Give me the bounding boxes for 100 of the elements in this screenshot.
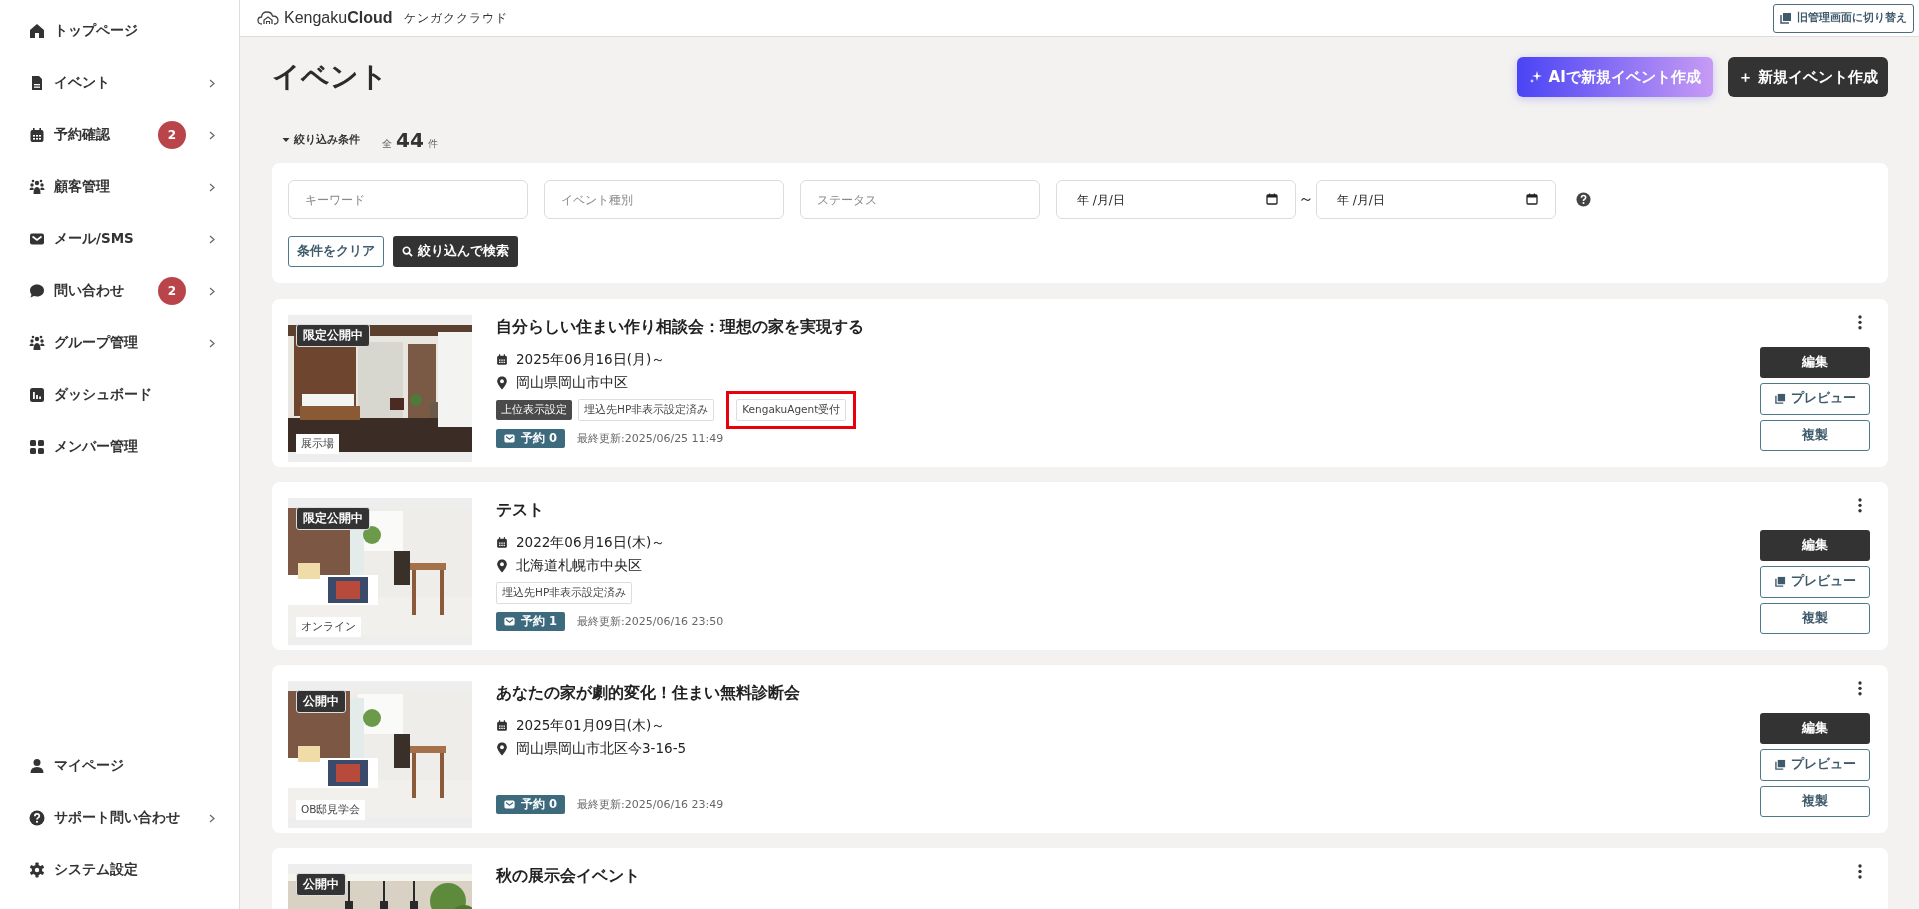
total-count: 44: [396, 128, 424, 152]
switch-admin-button[interactable]: 旧管理画面に切り替え: [1773, 3, 1914, 33]
sidebar-item-label[interactable]: システム設定: [54, 861, 138, 879]
location-pin-icon: [496, 741, 508, 756]
calendar-icon: [29, 127, 45, 143]
home-icon: [29, 23, 45, 39]
location-pin-icon: [496, 375, 508, 390]
status-badge: 限定公開中: [296, 507, 370, 530]
sidebar-item[interactable]: メンバー管理: [0, 425, 239, 469]
sidebar-item[interactable]: 問い合わせ 2: [0, 269, 239, 313]
preview-button[interactable]: プレビュー: [1760, 566, 1870, 598]
search-icon: [402, 246, 413, 257]
event-location: 北海道札幌市中央区: [516, 556, 642, 575]
event-title[interactable]: 自分らしい住まい作り相談会：理想の家を実現する: [496, 317, 1760, 338]
event-title[interactable]: あなたの家が劇的変化！住まい無料診断会: [496, 683, 1760, 704]
cloud-logo-icon: [257, 10, 279, 26]
new-event-button[interactable]: ＋ 新規イベント作成: [1727, 57, 1888, 97]
event-tag: 埋込先HP非表示設定済み: [578, 399, 715, 421]
sidebar-item[interactable]: マイページ: [0, 744, 239, 788]
count-badge: 2: [158, 277, 186, 305]
gear-icon: [29, 862, 45, 878]
filter-field[interactable]: イベント種別: [544, 180, 784, 219]
sidebar-item-label[interactable]: 予約確認: [54, 126, 110, 144]
event-title[interactable]: テスト: [496, 500, 1760, 521]
edit-button[interactable]: 編集: [1760, 712, 1870, 745]
sidebar-item-label[interactable]: 問い合わせ: [54, 282, 124, 300]
people-icon: [29, 335, 45, 351]
copy-icon: [1774, 393, 1786, 405]
copy-icon: [1774, 759, 1786, 771]
event-title[interactable]: 秋の展示会イベント: [496, 866, 1760, 887]
sidebar-item-label[interactable]: サポート問い合わせ: [54, 809, 180, 827]
calendar-icon: [496, 353, 508, 366]
count-badge: 2: [158, 121, 186, 149]
duplicate-button[interactable]: 複製: [1760, 785, 1870, 817]
sidebar-item[interactable]: ダッシュボード: [0, 373, 239, 417]
sparkle-icon: [1528, 70, 1543, 84]
more-options-icon[interactable]: [1858, 681, 1862, 696]
event-location: 岡山県岡山市中区: [516, 373, 628, 392]
copy-icon: [1780, 12, 1792, 24]
sidebar-item[interactable]: イベント: [0, 61, 239, 105]
event-tag: 埋込先HP非表示設定済み: [496, 582, 633, 604]
sidebar-item-label[interactable]: イベント: [54, 74, 110, 92]
calendar-icon: [496, 536, 508, 549]
mail-icon: [504, 434, 515, 443]
more-options-icon[interactable]: [1858, 315, 1862, 330]
filter-field[interactable]: ステータス: [800, 180, 1040, 219]
sidebar-item-label[interactable]: ダッシュボード: [54, 386, 152, 404]
sidebar-item[interactable]: システム設定: [0, 848, 239, 892]
edit-button[interactable]: 編集: [1760, 346, 1870, 379]
caret-icon: [282, 137, 290, 143]
preview-button[interactable]: プレビュー: [1760, 749, 1870, 781]
event-location: 岡山県岡山市北区今3-16-5: [516, 739, 687, 758]
sidebar-item[interactable]: グループ管理: [0, 321, 239, 365]
duplicate-button[interactable]: 複製: [1760, 419, 1870, 451]
clear-filter-button[interactable]: 条件をクリア: [288, 236, 384, 267]
filter-field[interactable]: キーワード: [288, 180, 528, 219]
calendar-icon[interactable]: [1266, 193, 1278, 205]
sidebar-item[interactable]: メール/SMS: [0, 217, 239, 261]
sidebar-item[interactable]: 顧客管理: [0, 165, 239, 209]
edit-button[interactable]: 編集: [1760, 529, 1870, 562]
reservation-count: 予約 1: [521, 614, 557, 629]
sidebar-item-label[interactable]: 顧客管理: [54, 178, 110, 196]
sidebar-item-label[interactable]: メンバー管理: [54, 438, 138, 456]
location-pin-icon: [496, 558, 508, 573]
sidebar-item-label[interactable]: トップページ: [54, 22, 138, 40]
sidebar-item-label[interactable]: マイページ: [54, 757, 124, 775]
more-options-icon[interactable]: [1858, 498, 1862, 513]
last-updated: 最終更新:2025/06/16 23:50: [577, 614, 724, 629]
status-badge: 公開中: [296, 873, 346, 896]
help-icon: [29, 810, 45, 826]
last-updated: 最終更新:2025/06/25 11:49: [577, 431, 724, 446]
preview-button[interactable]: プレビュー: [1760, 383, 1870, 415]
category-label: 展示場: [296, 434, 339, 454]
sidebar-item[interactable]: サポート問い合わせ: [0, 796, 239, 840]
date-field[interactable]: 年 /月/日: [1316, 180, 1556, 219]
page-title: イベント: [272, 59, 388, 95]
ai-create-event-button[interactable]: AIで新規イベント作成: [1516, 57, 1713, 97]
date-field[interactable]: 年 /月/日: [1056, 180, 1296, 219]
help-icon[interactable]: [1576, 192, 1591, 207]
mail-icon: [504, 617, 515, 626]
total-label: 全: [382, 137, 392, 151]
calendar-icon[interactable]: [1526, 193, 1538, 205]
sidebar-item[interactable]: トップページ: [0, 9, 239, 53]
event-tag: KengakuAgent受付: [726, 391, 857, 429]
mail-icon: [29, 231, 45, 247]
copy-icon: [1774, 576, 1786, 588]
user-icon: [29, 758, 45, 774]
search-button[interactable]: 絞り込んで検索: [393, 236, 518, 267]
event-date: 2025年06月16日(月)～: [516, 350, 666, 369]
sidebar-item-label[interactable]: グループ管理: [54, 334, 138, 352]
reservation-count: 予約 0: [521, 431, 557, 446]
more-options-icon[interactable]: [1858, 864, 1862, 879]
sidebar-item-label[interactable]: メール/SMS: [54, 230, 134, 248]
calendar-icon: [496, 719, 508, 732]
range-separator: ～: [1298, 189, 1314, 210]
sidebar-item[interactable]: 予約確認 2: [0, 113, 239, 157]
reservation-count: 予約 0: [521, 797, 557, 812]
duplicate-button[interactable]: 複製: [1760, 602, 1870, 634]
mail-icon: [504, 800, 515, 809]
filter-toggle[interactable]: 絞り込み条件: [282, 133, 360, 147]
